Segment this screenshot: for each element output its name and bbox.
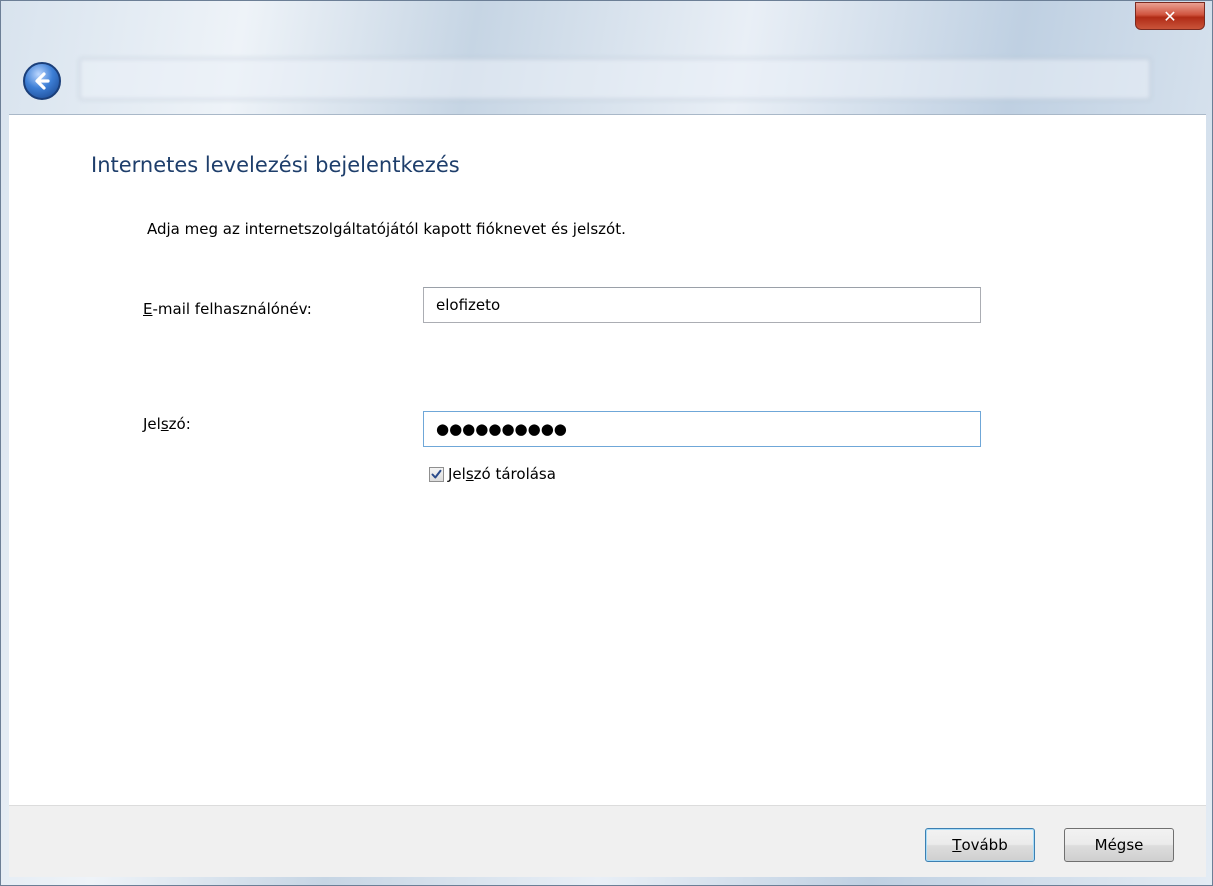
address-bar-blurred: [79, 58, 1151, 100]
password-input[interactable]: ●●●●●●●●●●: [423, 411, 981, 447]
next-button-mnemonic: T: [952, 836, 962, 854]
checkmark-icon: [431, 469, 442, 478]
next-button[interactable]: Tovább: [925, 828, 1035, 862]
password-label-post: zó:: [168, 415, 191, 433]
page-title: Internetes levelezési bejelentkezés: [91, 153, 460, 177]
remember-password-checkbox[interactable]: [429, 466, 444, 482]
password-masked-value: ●●●●●●●●●●: [436, 420, 567, 438]
email-username-input[interactable]: elofizeto: [423, 287, 981, 323]
password-label-mnemonic: s: [160, 415, 169, 433]
next-button-rest: ovább: [961, 836, 1008, 854]
remember-label-mnemonic: s: [465, 465, 474, 483]
remember-password-row[interactable]: Jelszó tárolása: [429, 465, 556, 483]
wizard-content: Internetes levelezési bejelentkezés Adja…: [9, 114, 1206, 805]
remember-label-pre: Jel: [448, 465, 466, 483]
password-label: Jelszó:: [143, 415, 191, 433]
instructions-text: Adja meg az internetszolgáltatójától kap…: [147, 220, 626, 238]
remember-label-post: zó tárolása: [473, 465, 556, 483]
remember-password-label: Jelszó tárolása: [448, 465, 556, 483]
close-icon: ✕: [1163, 6, 1177, 26]
cancel-button[interactable]: Mégse: [1064, 828, 1174, 862]
close-button[interactable]: ✕: [1135, 2, 1205, 30]
back-arrow-icon: [35, 72, 50, 90]
title-bar-blurred: [521, 9, 921, 31]
dialog-window: ✕ Internetes levelezési bejelentkezés Ad…: [0, 0, 1213, 886]
email-username-label: E-mail felhasználónév:: [143, 300, 312, 318]
wizard-footer: Tovább Mégse: [9, 805, 1206, 877]
email-username-value: elofizeto: [436, 296, 501, 314]
back-button[interactable]: [23, 62, 61, 100]
password-label-pre: Jel: [143, 415, 161, 433]
email-label-rest: -mail felhasználónév:: [152, 300, 312, 318]
